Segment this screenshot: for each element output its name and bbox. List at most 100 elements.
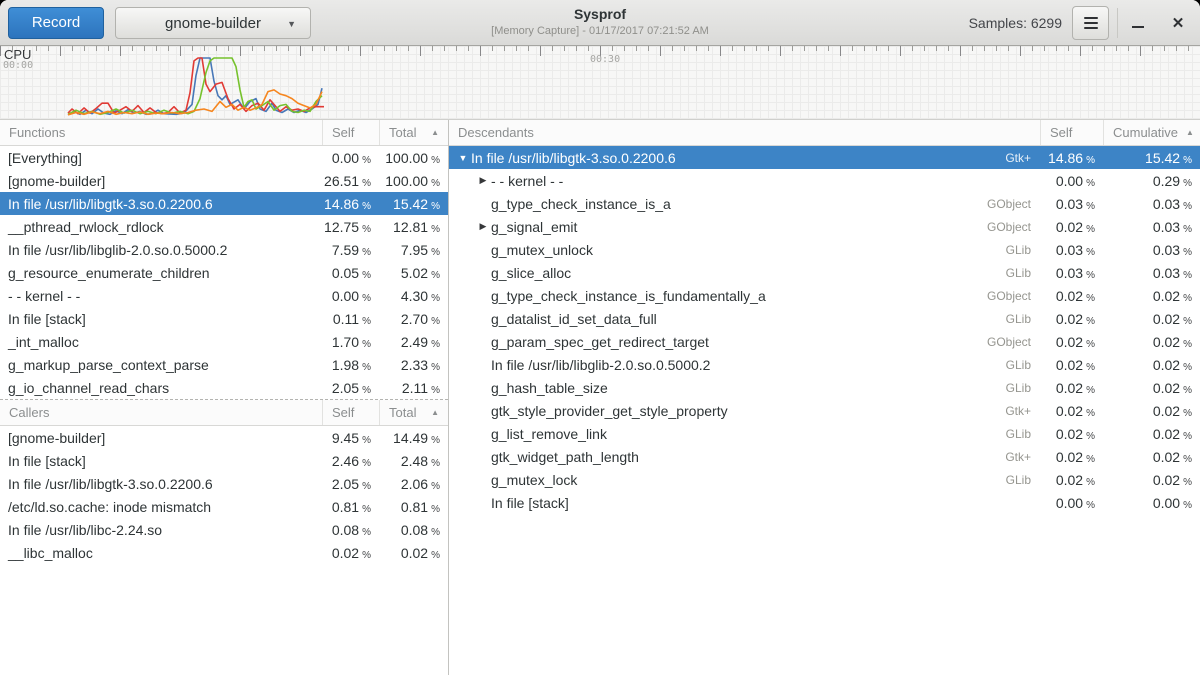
- self-value: 0.03%: [1040, 196, 1103, 212]
- total-column-header[interactable]: Total▲: [379, 120, 448, 145]
- descendant-name-cell: gtk_widget_path_length: [491, 449, 1005, 465]
- descendant-row[interactable]: g_type_check_instance_is_aGObject0.03%0.…: [449, 192, 1200, 215]
- descendant-row[interactable]: g_list_remove_linkGLib0.02%0.02%: [449, 422, 1200, 445]
- function-row[interactable]: g_markup_parse_context_parse1.98%2.33%: [0, 353, 448, 376]
- caller-row[interactable]: /etc/ld.so.cache: inode mismatch0.81%0.8…: [0, 495, 448, 518]
- total-value: 0.02%: [1103, 403, 1200, 419]
- self-value: 0.03%: [1040, 265, 1103, 281]
- cpu-timeline-graph[interactable]: CPU 00:00 00:30: [0, 46, 1200, 120]
- header-separator: [1117, 8, 1118, 38]
- function-name-cell: g_io_channel_read_chars: [0, 380, 322, 396]
- descendant-name-cell: g_signal_emit: [491, 219, 987, 235]
- descendant-row[interactable]: g_type_check_instance_is_fundamentally_a…: [449, 284, 1200, 307]
- self-value: 2.46%: [322, 453, 379, 469]
- total-column-header[interactable]: Total▲: [379, 400, 448, 425]
- expander-expanded-icon[interactable]: ▼: [455, 153, 471, 163]
- caller-row[interactable]: __libc_malloc0.02%0.02%: [0, 541, 448, 564]
- function-row[interactable]: In file /usr/lib/libglib-2.0.so.0.5000.2…: [0, 238, 448, 261]
- caller-row[interactable]: In file /usr/lib/libgtk-3.so.0.2200.62.0…: [0, 472, 448, 495]
- process-selector-value: gnome-builder: [165, 15, 261, 32]
- descendant-row[interactable]: ▼In file /usr/lib/libgtk-3.so.0.2200.6Gt…: [449, 146, 1200, 169]
- descendant-row[interactable]: g_param_spec_get_redirect_targetGObject0…: [449, 330, 1200, 353]
- self-value: 0.11%: [322, 311, 379, 327]
- self-value: 2.05%: [322, 380, 379, 396]
- descendant-row[interactable]: In file [stack]0.00%0.00%: [449, 491, 1200, 514]
- record-button[interactable]: Record: [8, 7, 104, 39]
- total-value: 12.81%: [379, 219, 448, 235]
- category-label: GObject: [987, 197, 1040, 211]
- self-column-header[interactable]: Self: [1040, 120, 1103, 145]
- function-name-cell: _int_malloc: [0, 334, 322, 350]
- self-column-header[interactable]: Self: [322, 400, 379, 425]
- descendant-row[interactable]: g_mutex_unlockGLib0.03%0.03%: [449, 238, 1200, 261]
- self-value: 0.08%: [322, 522, 379, 538]
- total-value: 15.42%: [1103, 150, 1200, 166]
- caller-row[interactable]: In file [stack]2.46%2.48%: [0, 449, 448, 472]
- cumulative-column-header[interactable]: Cumulative▲: [1103, 120, 1200, 145]
- descendants-table-body: ▼In file /usr/lib/libgtk-3.so.0.2200.6Gt…: [449, 146, 1200, 514]
- descendant-row[interactable]: g_mutex_lockGLib0.02%0.02%: [449, 468, 1200, 491]
- functions-column-header[interactable]: Functions: [0, 120, 322, 145]
- descendants-column-header[interactable]: Descendants: [449, 120, 1040, 145]
- descendant-row[interactable]: ▶- - kernel - -0.00%0.29%: [449, 169, 1200, 192]
- menu-button[interactable]: [1072, 6, 1109, 40]
- callers-table-header: Callers Self Total▲: [0, 400, 448, 426]
- total-value: 7.95%: [379, 242, 448, 258]
- title-block: Sysprof [Memory Capture] - 01/17/2017 07…: [491, 6, 709, 37]
- expander-collapsed-icon[interactable]: ▶: [475, 221, 491, 232]
- descendant-row[interactable]: g_hash_table_sizeGLib0.02%0.02%: [449, 376, 1200, 399]
- functions-section: Functions Self Total▲ [Everything]0.00%1…: [0, 120, 448, 399]
- total-value: 5.02%: [379, 265, 448, 281]
- category-label: GObject: [987, 289, 1040, 303]
- callers-column-header[interactable]: Callers: [0, 400, 322, 425]
- total-value: 0.03%: [1103, 219, 1200, 235]
- self-value: 0.03%: [1040, 242, 1103, 258]
- minimize-button[interactable]: [1122, 6, 1154, 40]
- self-value: 1.70%: [322, 334, 379, 350]
- cpu-series-line-cpu-blue: [68, 58, 322, 115]
- total-value: 14.49%: [379, 430, 448, 446]
- function-row[interactable]: - - kernel - -0.00%4.30%: [0, 284, 448, 307]
- function-name-cell: g_resource_enumerate_children: [0, 265, 322, 281]
- total-value: 0.02%: [1103, 380, 1200, 396]
- time-label-start: 00:00: [3, 60, 33, 71]
- process-selector-dropdown[interactable]: gnome-builder ▼: [115, 7, 311, 39]
- close-button[interactable]: ✕: [1162, 6, 1194, 40]
- descendant-name-cell: g_param_spec_get_redirect_target: [491, 334, 987, 350]
- total-value: 0.02%: [1103, 357, 1200, 373]
- function-row[interactable]: In file [stack]0.11%2.70%: [0, 307, 448, 330]
- descendant-row[interactable]: ▶g_signal_emitGObject0.02%0.03%: [449, 215, 1200, 238]
- function-row[interactable]: [gnome-builder]26.51%100.00%: [0, 169, 448, 192]
- function-row[interactable]: g_io_channel_read_chars2.05%2.11%: [0, 376, 448, 399]
- function-row[interactable]: [Everything]0.00%100.00%: [0, 146, 448, 169]
- functions-table-body: [Everything]0.00%100.00%[gnome-builder]2…: [0, 146, 448, 399]
- self-value: 12.75%: [322, 219, 379, 235]
- self-value: 0.00%: [322, 150, 379, 166]
- total-value: 0.03%: [1103, 242, 1200, 258]
- samples-count: Samples: 6299: [969, 0, 1062, 46]
- expander-collapsed-icon[interactable]: ▶: [475, 175, 491, 186]
- descendant-row[interactable]: gtk_style_provider_get_style_propertyGtk…: [449, 399, 1200, 422]
- total-value: 2.48%: [379, 453, 448, 469]
- descendant-row[interactable]: g_datalist_id_set_data_fullGLib0.02%0.02…: [449, 307, 1200, 330]
- total-value: 0.03%: [1103, 265, 1200, 281]
- total-value: 0.02%: [1103, 334, 1200, 350]
- function-row[interactable]: In file /usr/lib/libgtk-3.so.0.2200.614.…: [0, 192, 448, 215]
- descendant-name-cell: gtk_style_provider_get_style_property: [491, 403, 1005, 419]
- descendant-row[interactable]: In file /usr/lib/libglib-2.0.so.0.5000.2…: [449, 353, 1200, 376]
- caller-row[interactable]: In file /usr/lib/libc-2.24.so0.08%0.08%: [0, 518, 448, 541]
- window-title: Sysprof: [491, 6, 709, 22]
- self-column-header[interactable]: Self: [322, 120, 379, 145]
- sort-ascending-icon: ▲: [1178, 128, 1194, 137]
- sort-ascending-icon: ▲: [423, 128, 439, 137]
- caller-row[interactable]: [gnome-builder]9.45%14.49%: [0, 426, 448, 449]
- total-value: 0.02%: [1103, 288, 1200, 304]
- function-row[interactable]: _int_malloc1.70%2.49%: [0, 330, 448, 353]
- self-value: 14.86%: [322, 196, 379, 212]
- function-row[interactable]: g_resource_enumerate_children0.05%5.02%: [0, 261, 448, 284]
- descendant-row[interactable]: g_slice_allocGLib0.03%0.03%: [449, 261, 1200, 284]
- descendant-row[interactable]: gtk_widget_path_lengthGtk+0.02%0.02%: [449, 445, 1200, 468]
- function-row[interactable]: __pthread_rwlock_rdlock12.75%12.81%: [0, 215, 448, 238]
- descendant-name-cell: g_datalist_id_set_data_full: [491, 311, 1006, 327]
- left-pane: Functions Self Total▲ [Everything]0.00%1…: [0, 120, 449, 675]
